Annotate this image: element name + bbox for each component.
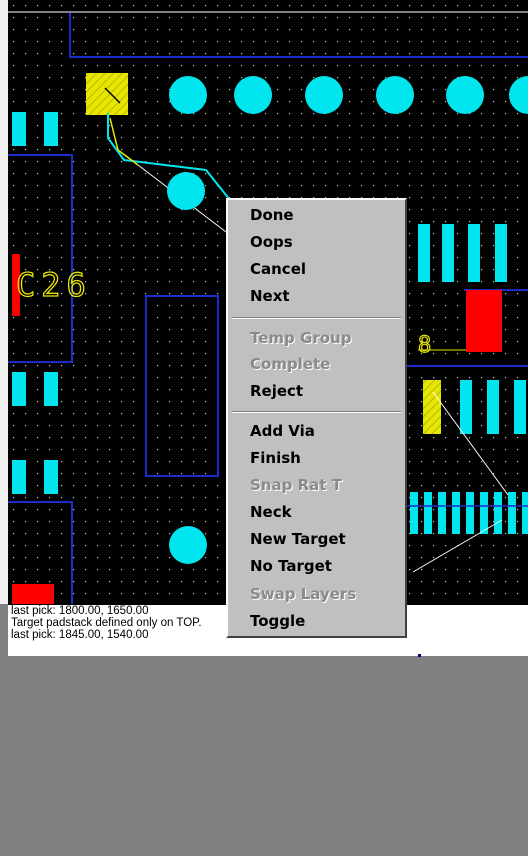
cursor-marker bbox=[418, 654, 421, 657]
round-pad[interactable] bbox=[305, 76, 343, 114]
ic-pin-pad[interactable] bbox=[468, 224, 480, 282]
menu-item-snap-rat-t: Snap Rat T bbox=[250, 476, 342, 494]
smd-pad[interactable] bbox=[12, 460, 26, 494]
selected-pin-pad[interactable] bbox=[423, 380, 441, 434]
round-pad[interactable] bbox=[169, 526, 207, 564]
ic-pin-pad[interactable] bbox=[514, 380, 526, 434]
smd-pad[interactable] bbox=[44, 460, 58, 494]
round-pad[interactable] bbox=[234, 76, 272, 114]
fine-pitch-pad[interactable] bbox=[466, 492, 474, 534]
fine-pitch-pad[interactable] bbox=[494, 492, 502, 534]
round-pad[interactable] bbox=[167, 172, 205, 210]
empty-workspace-area bbox=[0, 656, 528, 856]
fine-pitch-pad[interactable] bbox=[522, 492, 528, 534]
menu-item-complete: Complete bbox=[250, 355, 331, 373]
menu-item-no-target[interactable]: No Target bbox=[250, 557, 332, 575]
ic-pin-pad[interactable] bbox=[442, 224, 454, 282]
context-menu[interactable]: Done Oops Cancel Next Temp Group Complet… bbox=[226, 198, 407, 638]
smd-pad[interactable] bbox=[12, 372, 26, 406]
ic-pin-pad[interactable] bbox=[495, 224, 507, 282]
round-pad[interactable] bbox=[376, 76, 414, 114]
menu-item-temp-group: Temp Group bbox=[250, 329, 352, 347]
menu-item-toggle[interactable]: Toggle bbox=[250, 612, 305, 630]
menu-item-new-target[interactable]: New Target bbox=[250, 530, 346, 548]
menu-item-add-via[interactable]: Add Via bbox=[250, 422, 315, 440]
component-pad-red[interactable] bbox=[466, 290, 502, 352]
silkscreen-refdes-partial: 8 bbox=[418, 333, 431, 358]
menu-item-oops[interactable]: Oops bbox=[250, 233, 293, 251]
component-pad-red[interactable] bbox=[12, 584, 54, 604]
fine-pitch-pad[interactable] bbox=[480, 492, 488, 534]
fine-pitch-pad[interactable] bbox=[508, 492, 516, 534]
menu-separator bbox=[232, 317, 401, 319]
menu-separator bbox=[232, 411, 401, 413]
silkscreen-refdes: C26 bbox=[16, 266, 92, 304]
fine-pitch-pad[interactable] bbox=[410, 492, 418, 534]
menu-item-reject[interactable]: Reject bbox=[250, 382, 303, 400]
menu-item-cancel[interactable]: Cancel bbox=[250, 260, 306, 278]
ic-pin-pad[interactable] bbox=[418, 224, 430, 282]
ic-pin-pad[interactable] bbox=[460, 380, 472, 434]
selected-square-pad[interactable] bbox=[86, 73, 128, 115]
smd-pad[interactable] bbox=[44, 112, 58, 146]
fine-pitch-pad[interactable] bbox=[438, 492, 446, 534]
round-pad[interactable] bbox=[446, 76, 484, 114]
menu-item-finish[interactable]: Finish bbox=[250, 449, 301, 467]
smd-pad[interactable] bbox=[44, 372, 58, 406]
menu-item-neck[interactable]: Neck bbox=[250, 503, 292, 521]
ic-pin-pad[interactable] bbox=[487, 380, 499, 434]
menu-item-next[interactable]: Next bbox=[250, 287, 290, 305]
fine-pitch-pad[interactable] bbox=[452, 492, 460, 534]
smd-pad[interactable] bbox=[12, 112, 26, 146]
allegro-editor-window: C26 8 last pick: 1800.00, 1650.00 Target… bbox=[0, 0, 528, 856]
menu-item-done[interactable]: Done bbox=[250, 206, 294, 224]
fine-pitch-pad[interactable] bbox=[424, 492, 432, 534]
round-pad[interactable] bbox=[169, 76, 207, 114]
menu-item-swap-layers: Swap Layers bbox=[250, 585, 357, 603]
